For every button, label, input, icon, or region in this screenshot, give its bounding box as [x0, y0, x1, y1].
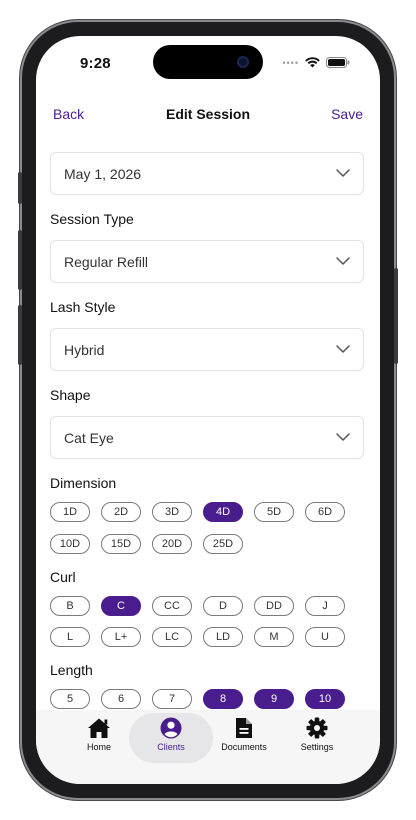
tab-documents-label: Documents — [221, 742, 267, 752]
curl-chip[interactable]: L+ — [101, 627, 141, 647]
wifi-icon — [305, 57, 320, 68]
power-button — [394, 268, 398, 364]
document-icon — [236, 718, 252, 738]
person-circle-icon — [160, 717, 182, 739]
curl-chip[interactable]: U — [305, 627, 345, 647]
dimension-chip[interactable]: 25D — [203, 534, 243, 554]
length-chip-selected[interactable]: 9 — [254, 689, 294, 709]
curl-chip[interactable]: D — [203, 596, 243, 616]
dimension-chip-row: 10D 15D 20D 25D — [50, 534, 243, 554]
status-time: 9:28 — [80, 55, 111, 72]
curl-chip[interactable]: M — [254, 627, 294, 647]
dimension-chip[interactable]: 3D — [152, 502, 192, 522]
date-picker[interactable]: May 1, 2026 — [50, 152, 364, 195]
tab-home[interactable]: Home — [59, 716, 139, 762]
app-screen: 9:28 •••• Back Edit Session Save May 1, … — [36, 36, 380, 784]
lash-style-label: Lash Style — [50, 299, 116, 315]
home-icon — [88, 718, 110, 738]
curl-chip-row: L L+ LC LD M U — [50, 627, 345, 647]
tab-clients-label: Clients — [157, 742, 185, 752]
dimension-chip[interactable]: 2D — [101, 502, 141, 522]
dimension-chip[interactable]: 15D — [101, 534, 141, 554]
dimension-chip[interactable]: 1D — [50, 502, 90, 522]
dimension-chip-row: 1D 2D 3D 4D 5D 6D — [50, 502, 345, 522]
length-chip-selected[interactable]: 10 — [305, 689, 345, 709]
curl-chip[interactable]: L — [50, 627, 90, 647]
session-type-label: Session Type — [50, 211, 134, 227]
tab-settings-label: Settings — [300, 742, 334, 752]
dimension-chip[interactable]: 6D — [305, 502, 345, 522]
volume-up-button — [18, 230, 22, 290]
tab-documents[interactable]: Documents — [204, 716, 284, 762]
battery-icon — [326, 57, 350, 68]
dimension-chip-selected[interactable]: 4D — [203, 502, 243, 522]
chevron-down-icon — [336, 433, 350, 441]
chevron-down-icon — [336, 257, 350, 265]
chevron-down-icon — [336, 169, 350, 177]
tab-home-label: Home — [86, 742, 111, 752]
curl-chip[interactable]: B — [50, 596, 90, 616]
length-chip[interactable]: 5 — [50, 689, 90, 709]
length-chip[interactable]: 7 — [152, 689, 192, 709]
shape-value: Cat Eye — [64, 430, 114, 446]
curl-label: Curl — [50, 569, 76, 585]
dimension-chip[interactable]: 5D — [254, 502, 294, 522]
length-chip-selected[interactable]: 8 — [203, 689, 243, 709]
curl-chip[interactable]: LD — [203, 627, 243, 647]
curl-chip-selected[interactable]: C — [101, 596, 141, 616]
lash-style-value: Hybrid — [64, 342, 105, 358]
tab-bar: Home Clients Documents Settings — [36, 710, 380, 784]
dimension-chip[interactable]: 20D — [152, 534, 192, 554]
action-button — [18, 172, 22, 204]
shape-select[interactable]: Cat Eye — [50, 416, 364, 459]
shape-label: Shape — [50, 387, 91, 403]
camera-icon — [237, 56, 249, 68]
dimension-label: Dimension — [50, 475, 117, 491]
chevron-down-icon — [336, 345, 350, 353]
save-button[interactable]: Save — [331, 106, 363, 122]
length-chip-row: 5 6 7 8 9 10 — [50, 689, 345, 709]
length-chip[interactable]: 6 — [101, 689, 141, 709]
volume-down-button — [18, 305, 22, 365]
dimension-chip[interactable]: 10D — [50, 534, 90, 554]
session-type-select[interactable]: Regular Refill — [50, 240, 364, 283]
length-label: Length — [50, 662, 93, 678]
lash-style-select[interactable]: Hybrid — [50, 328, 364, 371]
curl-chip[interactable]: DD — [254, 596, 294, 616]
session-type-value: Regular Refill — [64, 254, 149, 270]
navigation-bar: Back Edit Session Save — [36, 102, 380, 126]
tab-clients[interactable]: Clients — [129, 713, 213, 763]
status-icons: •••• — [282, 57, 350, 68]
curl-chip[interactable]: CC — [152, 596, 192, 616]
signal-icon: •••• — [282, 57, 299, 68]
dynamic-island — [153, 45, 263, 79]
page-title: Edit Session — [165, 106, 251, 122]
curl-chip[interactable]: LC — [152, 627, 192, 647]
date-value: May 1, 2026 — [64, 166, 142, 182]
curl-chip[interactable]: J — [305, 596, 345, 616]
tab-settings[interactable]: Settings — [277, 716, 357, 762]
gear-icon — [306, 717, 328, 739]
curl-chip-row: B C CC D DD J — [50, 596, 345, 616]
